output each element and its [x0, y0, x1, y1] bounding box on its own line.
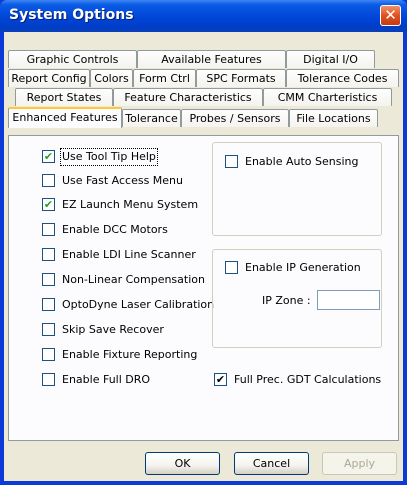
checkbox[interactable] — [225, 155, 238, 168]
ip-zone-input[interactable] — [317, 290, 380, 310]
option-label: Skip Save Recover — [62, 323, 164, 336]
tab-digital-io[interactable]: Digital I/O — [286, 50, 375, 68]
option-label: Non-Linear Compensation — [62, 273, 205, 286]
checkbox[interactable] — [42, 348, 55, 361]
checkbox[interactable] — [42, 273, 55, 286]
ok-button[interactable]: OK — [145, 452, 220, 475]
option-label: Enable DCC Motors — [62, 223, 168, 236]
system-options-window: System Options ✕ Graphic Controls Availa… — [0, 0, 407, 485]
checkbox[interactable] — [225, 261, 238, 274]
apply-button[interactable]: Apply — [322, 452, 397, 475]
check-icon: ✔ — [43, 150, 54, 163]
window-title: System Options — [9, 7, 134, 23]
tab-probes-sensors[interactable]: Probes / Sensors — [181, 109, 289, 127]
checkbox[interactable] — [42, 373, 55, 386]
tab-row-1: Graphic Controls Available Features Digi… — [8, 50, 399, 69]
tab-feature-characteristics[interactable]: Feature Characteristics — [113, 88, 263, 106]
check-icon: ✔ — [215, 373, 226, 386]
tab-row-2: Report Config Colors Form Ctrl SPC Forma… — [8, 69, 399, 88]
tab-row-3: Report States Feature Characteristics CM… — [8, 88, 399, 107]
ip-generation-group: Enable IP Generation IP Zone : — [212, 249, 382, 348]
checkbox[interactable]: ✔ — [214, 373, 227, 386]
close-button[interactable]: ✕ — [380, 5, 401, 26]
checkbox[interactable]: ✔ — [42, 198, 55, 211]
tab-available-features[interactable]: Available Features — [137, 50, 286, 68]
checkbox[interactable] — [42, 223, 55, 236]
option-label: Use Tool Tip Help — [60, 148, 158, 166]
dialog-body: Graphic Controls Available Features Digi… — [4, 32, 403, 481]
tab-spc-formats[interactable]: SPC Formats — [196, 69, 286, 87]
enhanced-features-panel: ✔ Use Tool Tip Help Use Fast Access Menu… — [8, 135, 399, 441]
tab-form-ctrl[interactable]: Form Ctrl — [133, 69, 196, 87]
tab-report-config[interactable]: Report Config — [8, 69, 90, 87]
tab-tolerance[interactable]: Tolerance — [122, 109, 181, 127]
option-label: Enable Auto Sensing — [245, 155, 359, 168]
ip-zone-label: IP Zone : — [262, 294, 311, 307]
tab-row-4: Enhanced Features Tolerance Probes / Sen… — [8, 107, 399, 128]
tab-file-locations[interactable]: File Locations — [289, 109, 378, 127]
title-bar[interactable]: System Options ✕ — [0, 0, 407, 32]
option-label: Enable Fixture Reporting — [62, 348, 198, 361]
checkbox[interactable] — [42, 174, 55, 187]
option-label: Enable IP Generation — [245, 261, 361, 274]
option-label: Enable Full DRO — [62, 373, 151, 386]
tab-enhanced-features[interactable]: Enhanced Features — [8, 107, 122, 128]
option-label: OptoDyne Laser Calibration — [62, 298, 215, 311]
checkbox[interactable] — [42, 323, 55, 336]
option-label: Full Prec. GDT Calculations — [234, 373, 382, 386]
tab-cmm-charteristics[interactable]: CMM Charteristics — [263, 88, 392, 106]
option-label: Enable LDI Line Scanner — [62, 248, 196, 261]
tab-graphic-controls[interactable]: Graphic Controls — [8, 50, 137, 68]
checkbox[interactable] — [42, 298, 55, 311]
cancel-button[interactable]: Cancel — [234, 452, 309, 475]
tab-report-states[interactable]: Report States — [15, 88, 113, 106]
checkbox[interactable]: ✔ — [42, 150, 55, 163]
auto-sensing-group: Enable Auto Sensing — [212, 142, 382, 236]
tab-colors[interactable]: Colors — [90, 69, 133, 87]
close-icon: ✕ — [384, 6, 397, 24]
check-icon: ✔ — [43, 198, 54, 211]
tab-tolerance-codes[interactable]: Tolerance Codes — [286, 69, 399, 87]
checkbox[interactable] — [42, 248, 55, 261]
option-label: Use Fast Access Menu — [62, 174, 183, 187]
option-label: EZ Launch Menu System — [62, 198, 199, 211]
